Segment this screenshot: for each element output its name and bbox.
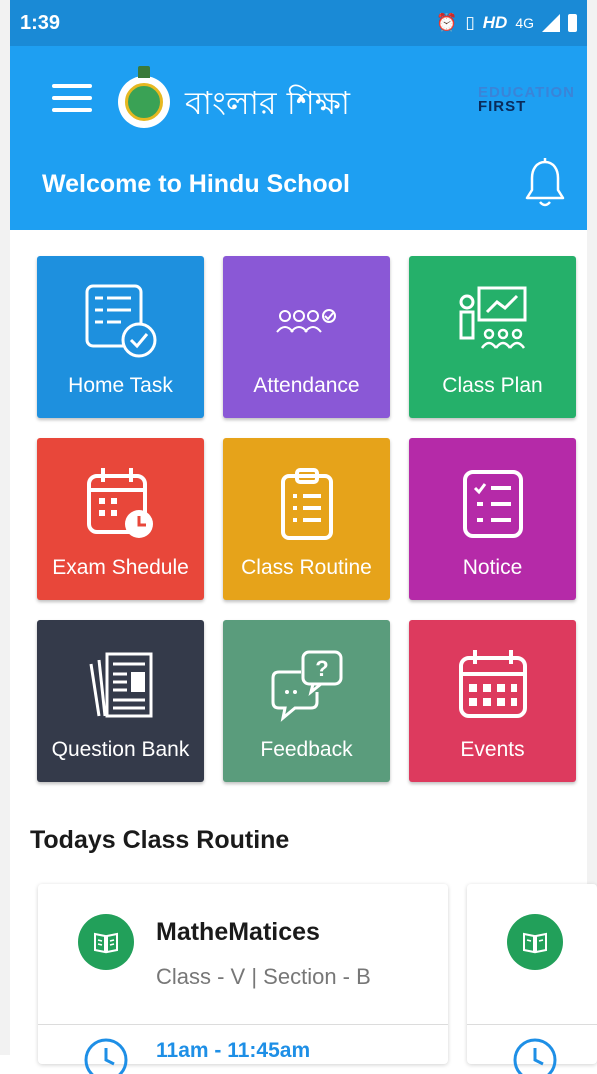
tile-label: Class Plan bbox=[442, 374, 543, 397]
people-check-icon bbox=[275, 309, 336, 333]
bell-icon[interactable] bbox=[523, 158, 567, 208]
tile-question-bank[interactable]: Question Bank bbox=[37, 620, 204, 782]
card-divider bbox=[467, 1024, 597, 1025]
govt-logo bbox=[118, 66, 170, 128]
app-header: বাংলার শিক্ষা EDUCATION FIRST Welcome to… bbox=[10, 46, 587, 230]
checklist-icon bbox=[85, 284, 156, 358]
education-first-logo: EDUCATION FIRST bbox=[477, 85, 575, 115]
tile-label: Attendance bbox=[253, 374, 360, 397]
signal-icon bbox=[542, 14, 560, 32]
class-time: 11am - 11:45am bbox=[156, 1039, 311, 1062]
book-icon bbox=[78, 914, 134, 970]
routine-card[interactable]: MatheMatices Class - V | Section - B 11a… bbox=[38, 884, 448, 1074]
notice-list-icon bbox=[462, 470, 523, 538]
alarm-icon: ⏰ bbox=[436, 13, 458, 32]
tile-events[interactable]: Events bbox=[409, 620, 576, 782]
chat-question-icon: ? bbox=[271, 650, 342, 722]
card-divider bbox=[38, 1024, 448, 1025]
subject-name: MatheMatices bbox=[156, 918, 320, 946]
brand-title: বাংলার শিক্ষা bbox=[185, 84, 351, 122]
routine-card[interactable] bbox=[467, 884, 597, 1074]
tile-exam-schedule[interactable]: Exam Shedule bbox=[37, 438, 204, 600]
tile-label: Home Task bbox=[68, 374, 173, 397]
tile-label: Exam Shedule bbox=[52, 556, 189, 579]
tile-attendance[interactable]: Attendance bbox=[223, 256, 390, 418]
tile-feedback[interactable]: ? Feedback bbox=[223, 620, 390, 782]
clock-icon bbox=[84, 1038, 128, 1074]
clipboard-icon bbox=[280, 468, 333, 540]
hamburger-menu-icon[interactable] bbox=[52, 84, 92, 118]
tile-class-plan[interactable]: Class Plan bbox=[409, 256, 576, 418]
tile-notice[interactable]: Notice bbox=[409, 438, 576, 600]
status-time: 1:39 bbox=[20, 11, 61, 34]
status-bar: 1:39 ⏰ ▯ HD 4G bbox=[10, 0, 587, 46]
battery-icon bbox=[568, 14, 577, 32]
class-section: Class - V | Section - B bbox=[156, 964, 371, 989]
tile-label: Notice bbox=[462, 556, 523, 579]
calendar-clock-icon bbox=[86, 468, 153, 538]
hd-indicator: HD bbox=[482, 13, 508, 32]
svg-text:?: ? bbox=[315, 656, 328, 681]
tile-label: Question Bank bbox=[51, 738, 190, 761]
newspaper-icon bbox=[89, 652, 152, 718]
calendar-icon bbox=[458, 650, 527, 718]
network-type: 4G bbox=[515, 15, 534, 31]
tile-label: Events bbox=[460, 738, 525, 761]
book-icon bbox=[507, 914, 563, 970]
tile-label: Class Routine bbox=[241, 556, 372, 579]
welcome-text: Welcome to Hindu School bbox=[42, 170, 350, 198]
tile-class-routine[interactable]: Class Routine bbox=[223, 438, 390, 600]
tile-label: Feedback bbox=[260, 738, 353, 761]
clock-icon bbox=[513, 1038, 557, 1074]
vibrate-icon: ▯ bbox=[465, 13, 475, 32]
presentation-icon bbox=[459, 286, 526, 349]
routine-section-title: Todays Class Routine bbox=[30, 826, 290, 854]
status-icons: ⏰ ▯ HD 4G bbox=[436, 13, 577, 33]
edu-line2: FIRST bbox=[477, 98, 527, 115]
left-frame bbox=[0, 0, 10, 1055]
tile-home-task[interactable]: Home Task bbox=[37, 256, 204, 418]
